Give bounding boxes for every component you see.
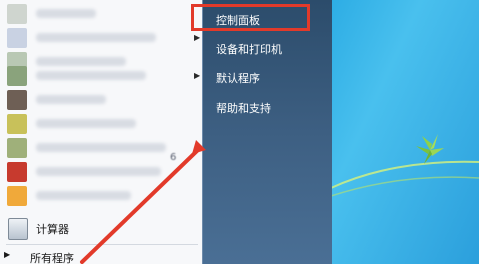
program-item[interactable] [4, 88, 198, 112]
help-and-support-label: 帮助和支持 [216, 102, 271, 115]
separator [6, 244, 198, 245]
program-icon [7, 66, 27, 86]
devices-and-printers-item[interactable]: 设备和打印机 [203, 36, 332, 58]
program-item[interactable] [4, 2, 198, 26]
program-icon [7, 138, 27, 158]
submenu-arrow-icon: ▶ [194, 71, 201, 80]
program-item[interactable]: ▶ [4, 26, 201, 50]
program-item[interactable] [4, 184, 198, 208]
program-item[interactable] [4, 112, 198, 136]
right-arrow-icon: ▶ [4, 250, 11, 259]
default-programs-item[interactable]: 默认程序 [203, 65, 332, 87]
default-programs-label: 默认程序 [216, 72, 260, 85]
program-icon [7, 162, 27, 182]
program-item[interactable] [4, 136, 198, 160]
program-icon [7, 186, 27, 206]
start-menu-programs-pane: ▶ ▶ 6 计算器 ▶ 所有程序 [0, 0, 203, 265]
program-icon [7, 4, 27, 24]
calculator-item[interactable]: 计算器 [4, 215, 198, 241]
program-icon [7, 114, 27, 134]
program-item[interactable]: ▶ [4, 64, 201, 88]
program-icon [7, 90, 27, 110]
highlight-box [191, 4, 310, 31]
obscured-text: 6 [170, 152, 177, 163]
wallpaper-plant [416, 134, 444, 164]
program-item[interactable] [4, 160, 198, 184]
submenu-arrow-icon: ▶ [194, 33, 201, 42]
calculator-icon [8, 218, 28, 240]
calculator-label: 计算器 [36, 223, 69, 236]
devices-and-printers-label: 设备和打印机 [216, 43, 282, 56]
program-icon [7, 28, 27, 48]
start-menu-right-pane: 控制面板 设备和打印机 默认程序 帮助和支持 [202, 0, 332, 264]
all-programs-button[interactable]: ▶ 所有程序 [4, 247, 198, 265]
help-and-support-item[interactable]: 帮助和支持 [203, 95, 332, 117]
